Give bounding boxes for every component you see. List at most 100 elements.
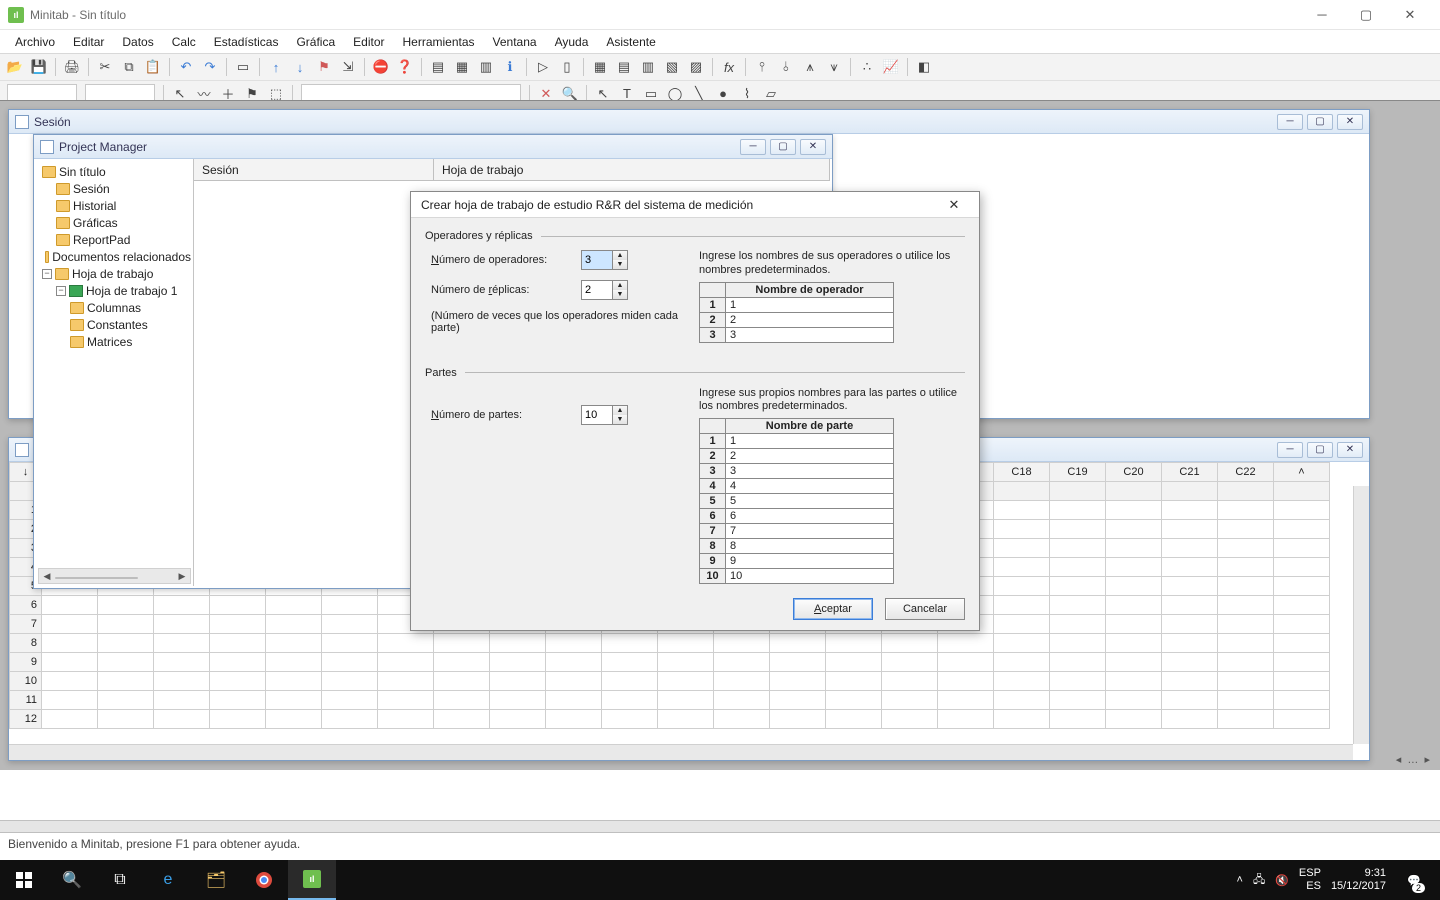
projmgr-col-sesion[interactable]: Sesión	[194, 159, 434, 180]
num-parts-input[interactable]	[581, 405, 613, 425]
session-max-button[interactable]: ▢	[1307, 114, 1333, 130]
fx-icon[interactable]: fx	[718, 56, 740, 78]
copy-icon[interactable]: ⧉	[118, 56, 140, 78]
worksheet-max-button[interactable]: ▢	[1307, 442, 1333, 458]
grid2-icon[interactable]: ▤	[613, 56, 635, 78]
window-maximize-button[interactable]: ▢	[1344, 0, 1388, 30]
menu-editar[interactable]: Editar	[64, 32, 113, 52]
session-min-button[interactable]: ─	[1277, 114, 1303, 130]
menu-grafica[interactable]: Gráfica	[287, 32, 344, 52]
edge-icon[interactable]: e	[144, 860, 192, 900]
arrow-up-icon[interactable]: ↑	[265, 56, 287, 78]
chart1-icon[interactable]: ⫯	[751, 56, 773, 78]
scroll-right-icon[interactable]: ▶	[174, 569, 190, 583]
session-window-icon[interactable]: ▤	[427, 56, 449, 78]
menu-archivo[interactable]: Archivo	[6, 32, 64, 52]
menu-calc[interactable]: Calc	[163, 32, 205, 52]
num-operators-input[interactable]	[581, 250, 613, 270]
mdi-nav[interactable]: ◂ … ▸	[1396, 753, 1430, 766]
tray-chevron-icon[interactable]: ˄	[1237, 874, 1243, 886]
menu-asistente[interactable]: Asistente	[597, 32, 664, 52]
horizontal-scrollbar[interactable]	[9, 744, 1353, 760]
spin-down-icon[interactable]: ▼	[613, 415, 627, 424]
goto-icon[interactable]: ⇲	[337, 56, 359, 78]
menu-herramientas[interactable]: Herramientas	[394, 32, 484, 52]
cut-icon[interactable]: ✂	[94, 56, 116, 78]
paste-icon[interactable]: 📋	[142, 56, 164, 78]
menu-datos[interactable]: Datos	[113, 32, 162, 52]
num-parts-spinner[interactable]: ▲▼	[581, 405, 628, 425]
menu-estadisticas[interactable]: Estadísticas	[205, 32, 288, 52]
projmgr-min-button[interactable]: ─	[740, 139, 766, 155]
start-button[interactable]	[0, 860, 48, 900]
search-icon[interactable]: 🔍	[48, 860, 96, 900]
spin-up-icon[interactable]: ▲	[613, 251, 627, 260]
parts-table[interactable]: Nombre de parte 1122334455667788991010	[699, 418, 894, 584]
save-icon[interactable]: 💾	[28, 56, 50, 78]
redo-icon[interactable]: ↷	[199, 56, 221, 78]
data-window-icon[interactable]: ▦	[451, 56, 473, 78]
num-replicas-spinner[interactable]: ▲▼	[581, 280, 628, 300]
menu-editor[interactable]: Editor	[344, 32, 393, 52]
run-icon[interactable]: ▷	[532, 56, 554, 78]
open-icon[interactable]: 📂	[4, 56, 26, 78]
project-tree[interactable]: Sin título Sesión Historial Gráficas Rep…	[36, 159, 194, 586]
chrome-icon[interactable]	[240, 860, 288, 900]
flag-icon[interactable]: ⚑	[313, 56, 335, 78]
tree-hscroll[interactable]: ◀ ▶	[38, 568, 191, 584]
projmgr-col-hoja[interactable]: Hoja de trabajo	[434, 159, 830, 180]
operators-table[interactable]: Nombre de operador 11 22 33	[699, 282, 894, 343]
num-operators-spinner[interactable]: ▲▼	[581, 250, 628, 270]
grid1-icon[interactable]: ▦	[589, 56, 611, 78]
help-icon[interactable]: ❓	[394, 56, 416, 78]
aceptar-button[interactable]: Aceptar	[793, 598, 873, 620]
stop-icon[interactable]: ⛔	[370, 56, 392, 78]
vertical-scrollbar[interactable]	[1353, 486, 1369, 744]
spin-down-icon[interactable]: ▼	[613, 260, 627, 269]
info-icon[interactable]: ℹ	[499, 56, 521, 78]
chart2-icon[interactable]: ⫰	[775, 56, 797, 78]
chart4-icon[interactable]: ⩛	[823, 56, 845, 78]
window-minimize-button[interactable]: ─	[1300, 0, 1344, 30]
task-view-icon[interactable]: ⧉	[96, 860, 144, 900]
tree-collapse-icon[interactable]: −	[42, 269, 52, 279]
file-explorer-icon[interactable]: 🗂	[192, 860, 240, 900]
dialog-close-button[interactable]: ✕	[939, 194, 969, 216]
print-icon[interactable]: 🖨	[61, 56, 83, 78]
worksheet-min-button[interactable]: ─	[1277, 442, 1303, 458]
tray-volume-icon[interactable]: 🔇	[1275, 874, 1289, 887]
grid5-icon[interactable]: ▨	[685, 56, 707, 78]
menu-ventana[interactable]: Ventana	[484, 32, 546, 52]
projmgr-max-button[interactable]: ▢	[770, 139, 796, 155]
scroll-left-icon[interactable]: ◀	[39, 569, 55, 583]
eraser-icon[interactable]: ◧	[913, 56, 935, 78]
grid4-icon[interactable]: ▧	[661, 56, 683, 78]
grid3-icon[interactable]: ▥	[637, 56, 659, 78]
tray-time[interactable]: 9:31	[1365, 867, 1386, 880]
cancelar-button[interactable]: Cancelar	[885, 598, 965, 620]
tray-locale[interactable]: ES	[1306, 880, 1321, 893]
scatter-icon[interactable]: ∴	[856, 56, 878, 78]
tree-collapse-icon[interactable]: −	[56, 286, 66, 296]
projmgr-window-icon[interactable]: ▥	[475, 56, 497, 78]
action-center-icon[interactable]: 💬2	[1396, 860, 1432, 900]
arrow-down-icon[interactable]: ↓	[289, 56, 311, 78]
window-close-button[interactable]: ✕	[1388, 0, 1432, 30]
spin-up-icon[interactable]: ▲	[613, 281, 627, 290]
new-window-icon[interactable]: ▭	[232, 56, 254, 78]
chart3-icon[interactable]: ⩚	[799, 56, 821, 78]
menu-ayuda[interactable]: Ayuda	[546, 32, 598, 52]
spin-up-icon[interactable]: ▲	[613, 406, 627, 415]
projmgr-close-button[interactable]: ✕	[800, 139, 826, 155]
minitab-taskbar-icon[interactable]: ıl	[288, 860, 336, 900]
tray-date[interactable]: 15/12/2017	[1331, 880, 1386, 893]
spin-down-icon[interactable]: ▼	[613, 290, 627, 299]
session-close-button[interactable]: ✕	[1337, 114, 1363, 130]
worksheet-close-button[interactable]: ✕	[1337, 442, 1363, 458]
tray-network-icon[interactable]: 🖧	[1253, 871, 1265, 890]
tray-lang[interactable]: ESP	[1299, 867, 1321, 880]
sheet-icon[interactable]: ▯	[556, 56, 578, 78]
undo-icon[interactable]: ↶	[175, 56, 197, 78]
num-replicas-input[interactable]	[581, 280, 613, 300]
line-chart-icon[interactable]: 📈	[880, 56, 902, 78]
